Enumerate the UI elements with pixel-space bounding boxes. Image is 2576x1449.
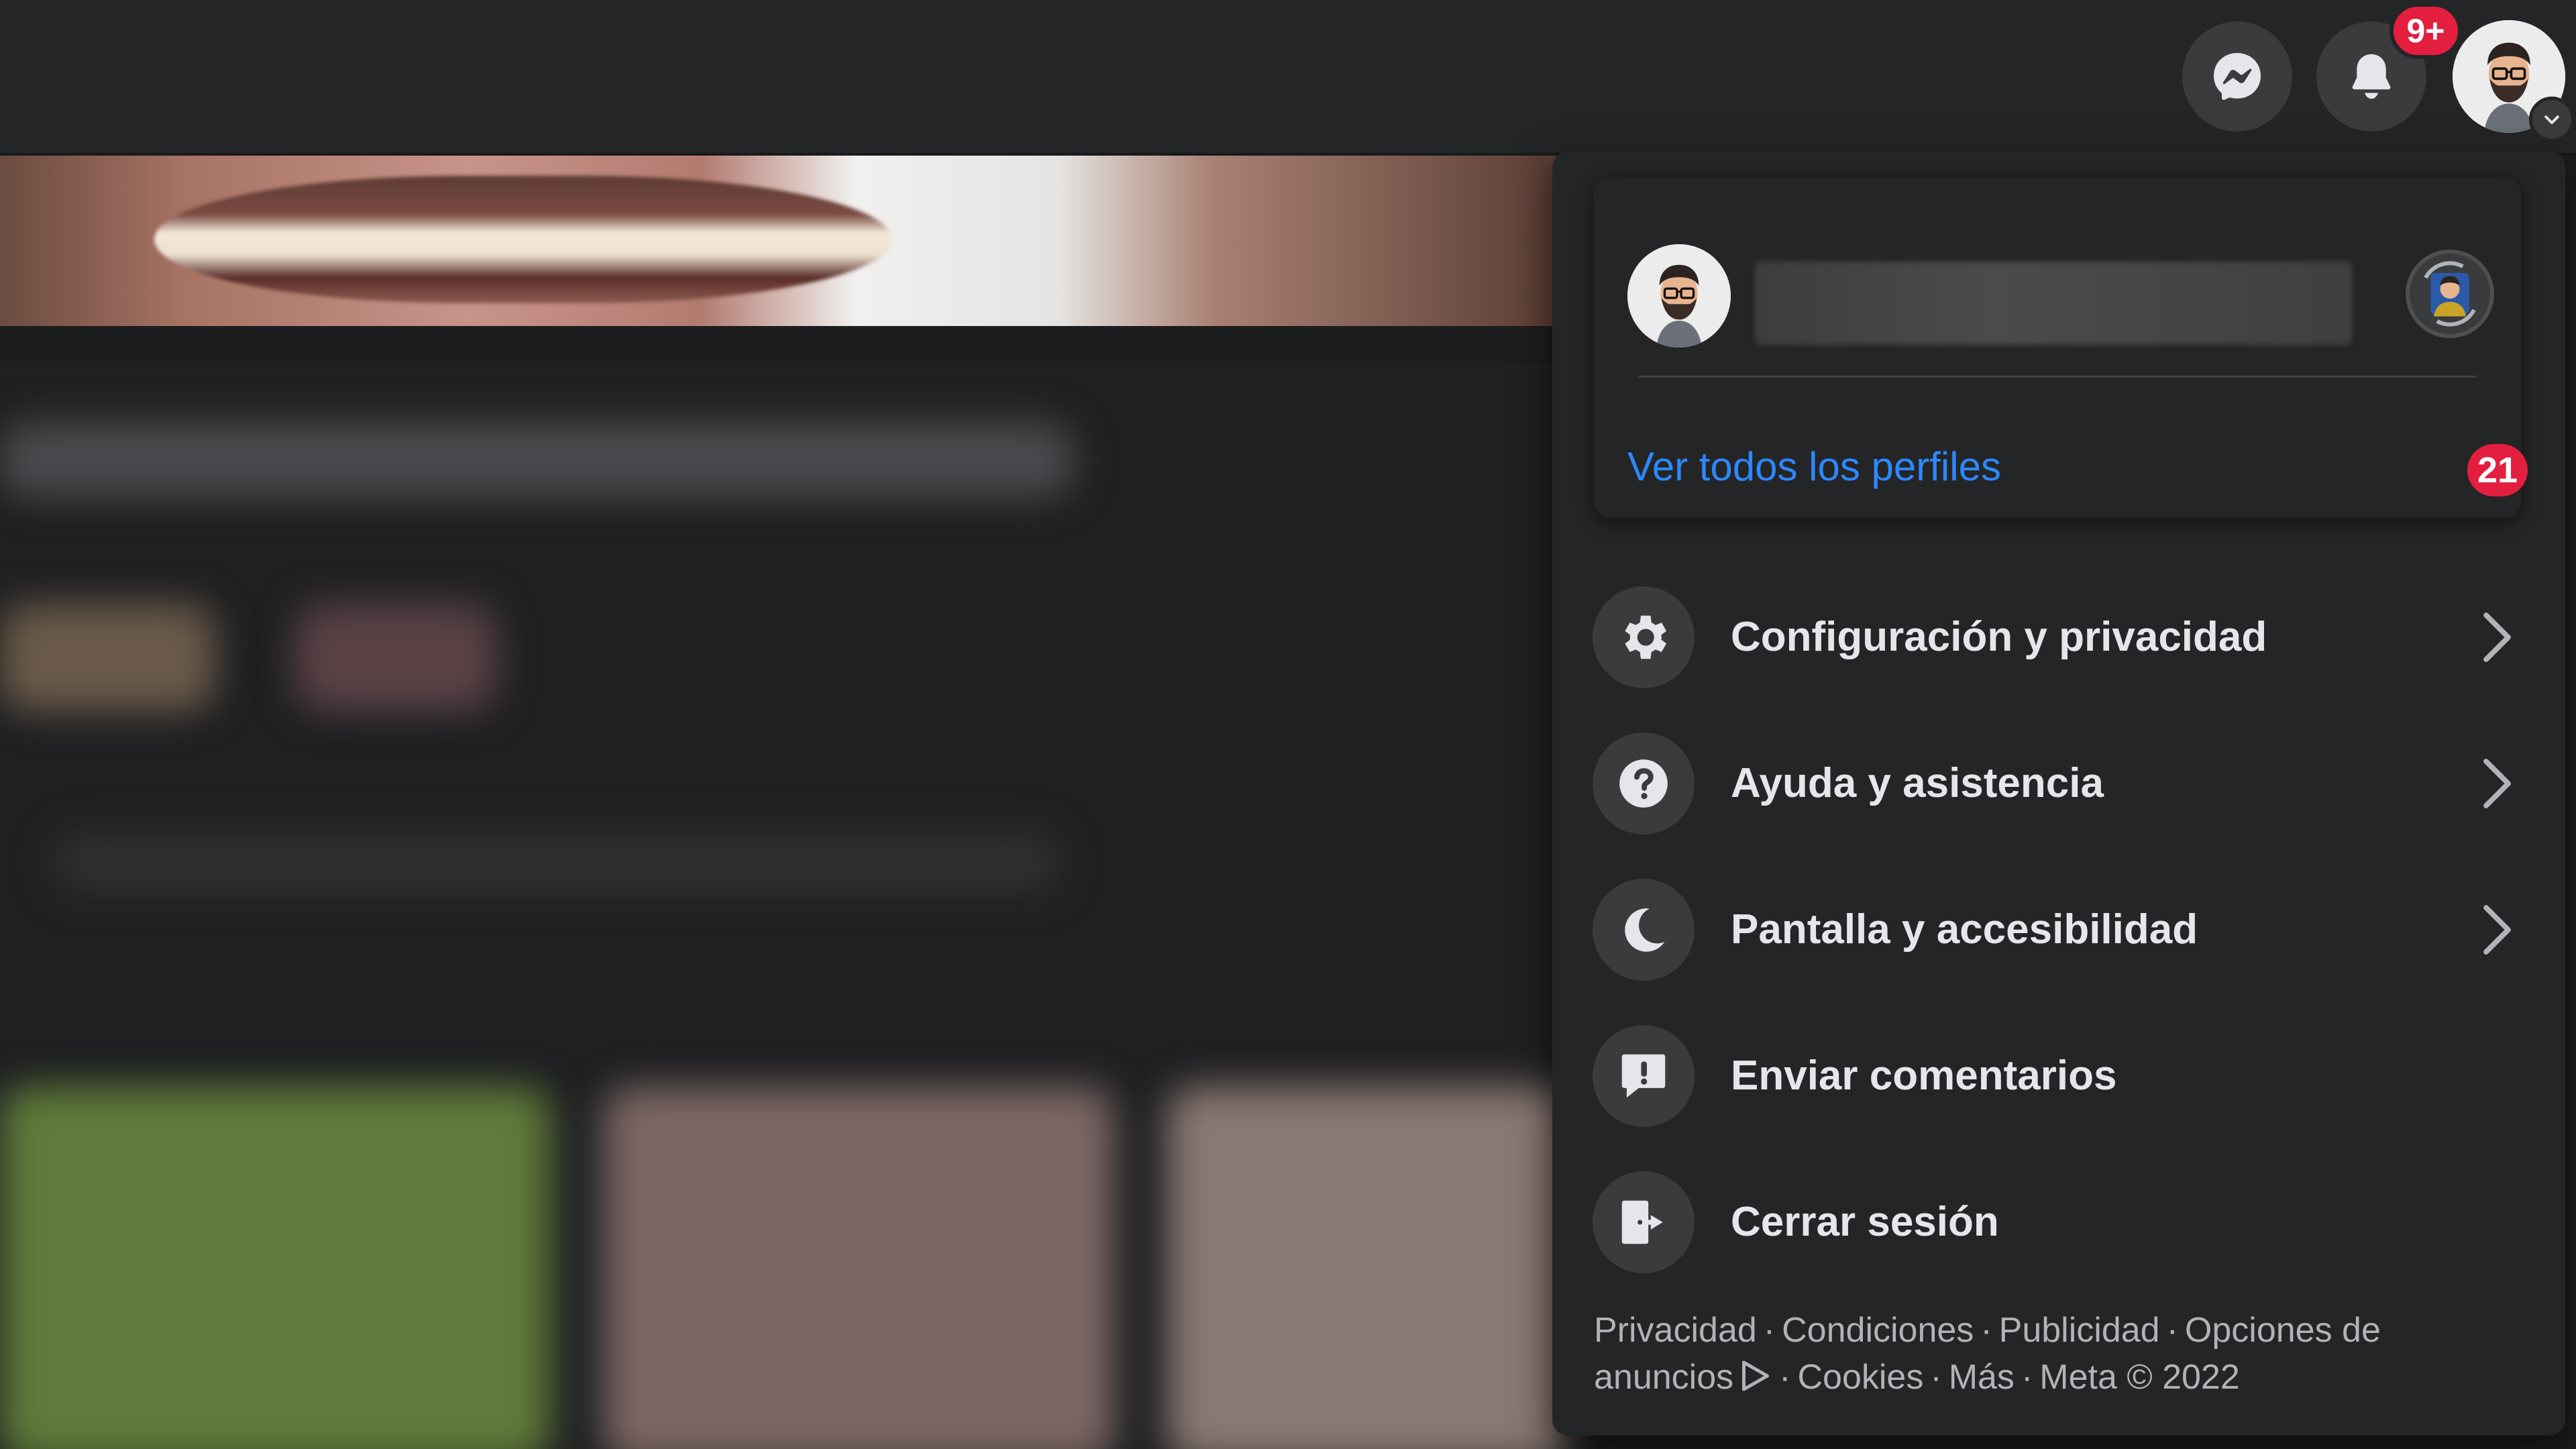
menu-item-settings-privacy[interactable]: Configuración y privacidad — [1579, 570, 2538, 704]
footer-separator: · — [1779, 1358, 1791, 1397]
footer-copyright: Meta © 2022 — [2039, 1358, 2240, 1397]
chevron-down-icon — [2544, 115, 2559, 124]
menu-item-send-feedback[interactable]: Enviar comentarios — [1579, 1009, 2538, 1143]
blurred-title — [0, 423, 1073, 496]
chevron-right-icon — [2483, 759, 2511, 808]
footer-link-cookies[interactable]: Cookies — [1797, 1358, 1923, 1397]
menu-item-label: Configuración y privacidad — [1731, 614, 2267, 660]
blurred-photo — [604, 1087, 1114, 1449]
footer-link-terms[interactable]: Condiciones — [1782, 1311, 1974, 1350]
footer-links: Privacidad · Condiciones · Publicidad · Opcion… — [1594, 1307, 2533, 1401]
cover-photo-detail — [154, 176, 892, 303]
cover-photo — [0, 156, 1556, 326]
feedback-icon — [1621, 1054, 1666, 1098]
switch-profile-button[interactable] — [2406, 250, 2494, 338]
blurred-avatar — [295, 604, 496, 711]
notifications-badge: 9+ — [2390, 3, 2462, 59]
chevron-right-icon — [2483, 612, 2511, 662]
menu-item-label: Ayuda y asistencia — [1731, 760, 2104, 806]
bell-icon — [2352, 54, 2391, 99]
ad-choices-suffix: anuncios — [1594, 1358, 1734, 1397]
footer-separator: · — [1930, 1358, 1942, 1397]
menu-item-label: Pantalla y accesibilidad — [1731, 906, 2198, 953]
top-bar: 9+ — [0, 0, 2576, 156]
profiles-count-badge: 21 — [2467, 444, 2528, 496]
blurred-photo — [1167, 1087, 1570, 1449]
account-menu-caret[interactable] — [2529, 97, 2575, 142]
footer-link-more[interactable]: Más — [1949, 1358, 2015, 1397]
menu-item-label: Enviar comentarios — [1731, 1053, 2117, 1099]
avatar — [1627, 244, 1731, 347]
moon-icon — [1625, 908, 1665, 952]
help-icon — [1619, 759, 1668, 808]
footer-separator: · — [1763, 1311, 1776, 1350]
footer-link-advertising[interactable]: Publicidad — [1999, 1311, 2160, 1350]
ad-choices-icon — [1742, 1360, 1770, 1391]
blurred-tabs — [54, 832, 1060, 892]
footer-link-privacy[interactable]: Privacidad — [1594, 1311, 1757, 1350]
blurred-avatar — [0, 604, 215, 711]
menu-item-help-support[interactable]: Ayuda y asistencia — [1579, 716, 2538, 851]
footer-separator: · — [1980, 1311, 1992, 1350]
switch-profile-icon — [2410, 254, 2490, 334]
menu-item-logout[interactable]: Cerrar sesión — [1579, 1155, 2538, 1289]
ad-choices-prefix: Opciones de — [2184, 1311, 2381, 1350]
footer-separator: · — [2021, 1358, 2033, 1397]
profile-card-divider — [1638, 376, 2477, 378]
messenger-button[interactable] — [2182, 21, 2292, 131]
facebook-page: 9+ Ver todos los perfiles 21 Configuraci… — [0, 0, 2576, 1449]
menu-item-label: Cerrar sesión — [1731, 1199, 1999, 1245]
blurred-feed — [0, 362, 1570, 1449]
account-menu: Ver todos los perfiles 21 Configuración … — [1552, 152, 2565, 1436]
menu-item-display-accessibility[interactable]: Pantalla y accesibilidad — [1579, 863, 2538, 997]
profile-name-redacted[interactable] — [1755, 262, 2352, 345]
footer-separator: · — [2166, 1311, 2178, 1350]
see-all-profiles-link[interactable]: Ver todos los perfiles — [1627, 441, 2001, 492]
gear-icon — [1625, 615, 1667, 659]
profile-avatar[interactable] — [1627, 244, 1731, 347]
profile-card: Ver todos los perfiles 21 — [1594, 177, 2528, 518]
chevron-right-icon — [2483, 905, 2511, 955]
blurred-photo — [0, 1087, 550, 1449]
messenger-icon — [2214, 53, 2261, 100]
logout-icon — [1621, 1200, 1663, 1244]
